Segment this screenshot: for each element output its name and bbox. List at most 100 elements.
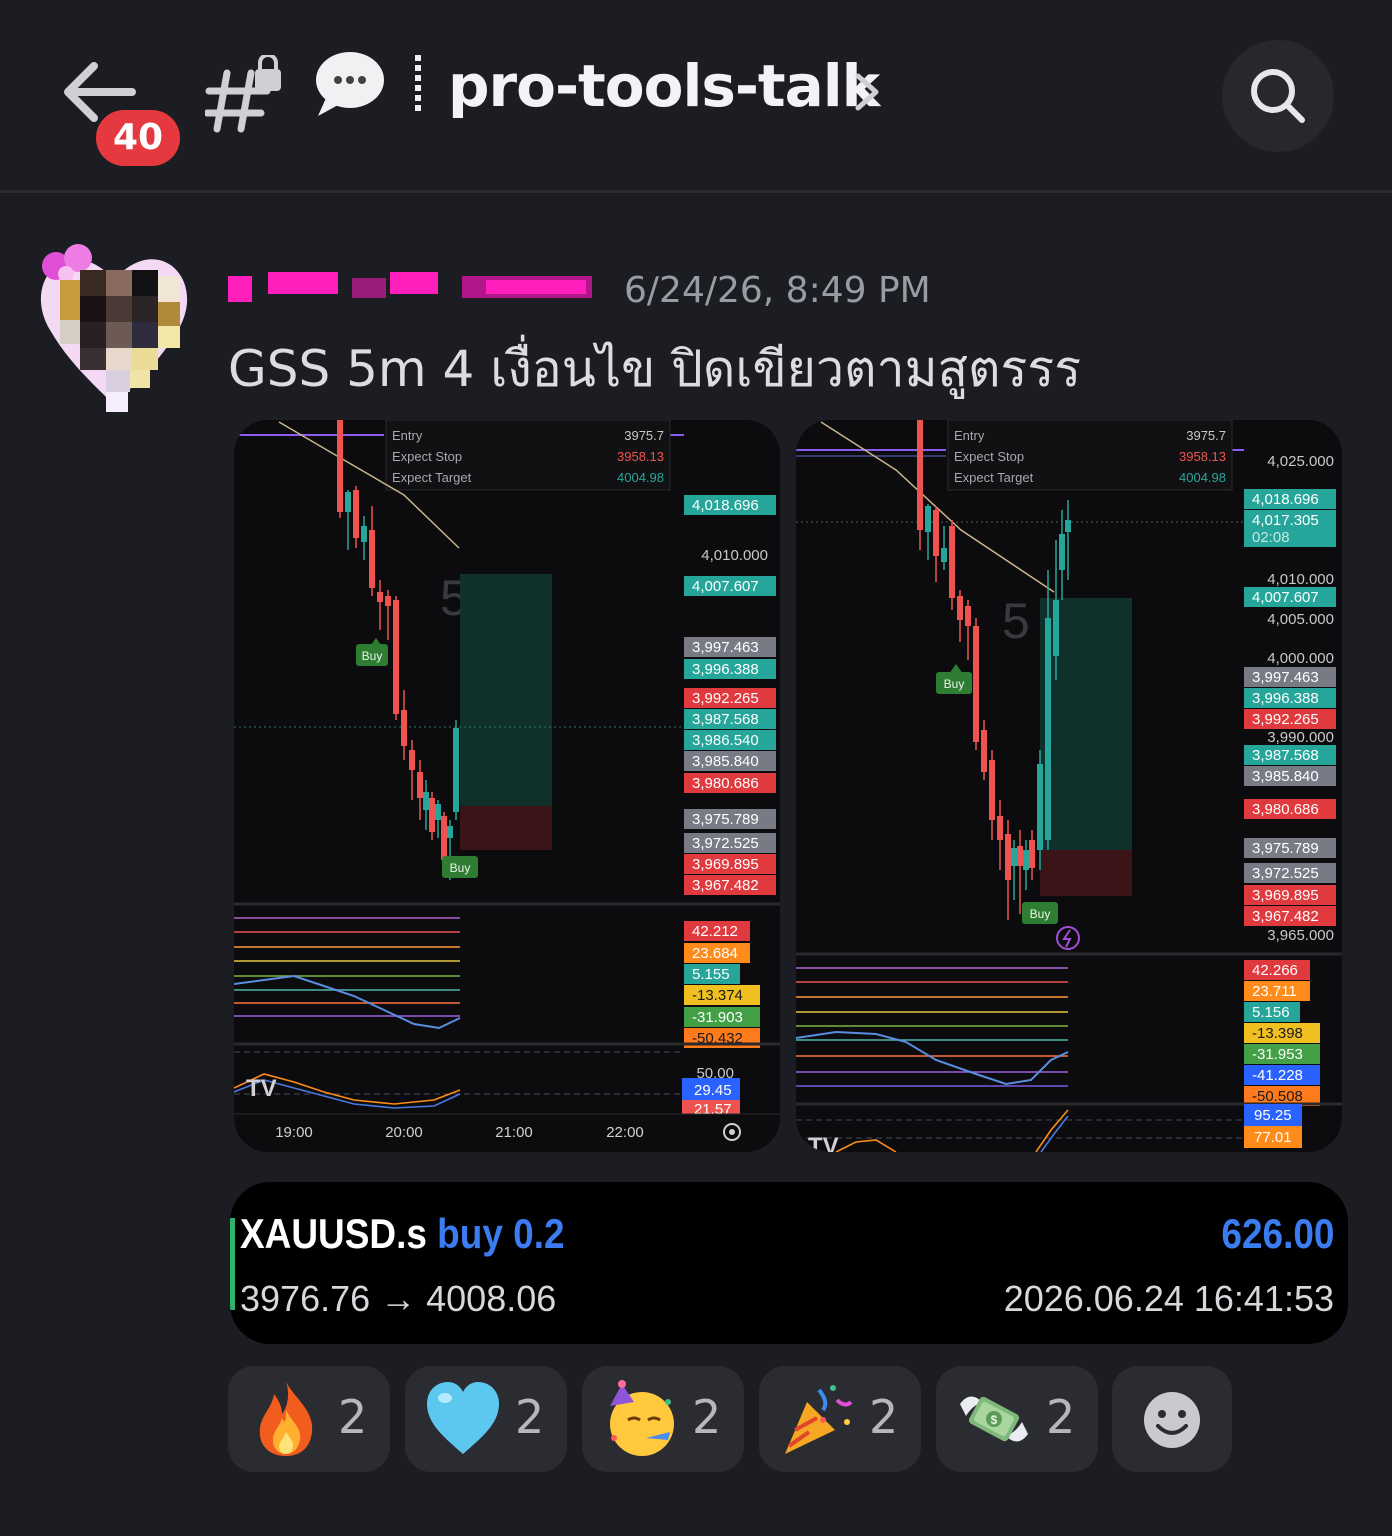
reaction-count: 2 xyxy=(869,1390,899,1444)
message-text: GSS 5m 4 เงื่อนไข ปิดเขียวตามสูตรรร xyxy=(228,340,1082,398)
candles xyxy=(917,420,1071,920)
info-value: 3958.13 xyxy=(1179,449,1226,464)
oscillator-tags: 42.266 23.711 5.156 -13.398 -31.953 -41.228 -5… xyxy=(1244,960,1320,1106)
reaction-party-popper[interactable]: 2 xyxy=(759,1366,921,1472)
price-tag: -50.508 xyxy=(1252,1088,1303,1105)
price-tag: 3,985.840 xyxy=(1252,768,1319,785)
reaction-count: 2 xyxy=(515,1390,545,1444)
info-label: Expect Target xyxy=(392,470,472,485)
candle-body xyxy=(345,492,351,512)
time-label: 22:00 xyxy=(606,1124,644,1141)
price-tag: 23.711 xyxy=(1252,983,1297,1000)
avatar[interactable] xyxy=(30,240,198,412)
unread-count-badge: 40 xyxy=(96,110,180,166)
candle-body xyxy=(409,750,415,770)
price-tag: 42.266 xyxy=(1252,962,1298,979)
candle-body xyxy=(1037,764,1043,850)
chart-image-left[interactable]: Entry 3975.7 Expect Stop 3958.13 Expect … xyxy=(234,420,780,1152)
price-tag: 3,975.789 xyxy=(1252,840,1319,857)
channel-title[interactable]: pro-tools-talk xyxy=(448,52,880,120)
price-tags: 4,018.696 4,017.30502:08 4,007.607 3,997.46… xyxy=(1244,489,1336,926)
message-timestamp: 6/24/26, 8:49 PM xyxy=(624,270,931,311)
price-tag: 3,975.789 xyxy=(692,811,759,828)
candle-body xyxy=(361,526,367,542)
time-label: 20:00 xyxy=(385,1124,423,1141)
candle-body xyxy=(933,510,939,556)
reaction-count: 2 xyxy=(338,1390,368,1444)
thread-bubble-icon xyxy=(316,52,384,116)
svg-text:$: $ xyxy=(991,1413,998,1427)
candle-body xyxy=(981,730,987,772)
price-tag: 3,987.568 xyxy=(692,711,759,728)
price-tag: 3,996.388 xyxy=(692,661,759,678)
price-tag: -31.953 xyxy=(1252,1046,1303,1063)
price-tag: 4,018.696 xyxy=(692,497,759,514)
price-tag: 5.155 xyxy=(692,966,730,983)
reaction-blue-heart[interactable]: 2 xyxy=(405,1366,567,1472)
svg-text:29.45: 29.45 xyxy=(694,1082,732,1099)
price-tag: 3,972.525 xyxy=(1252,865,1319,882)
candle-body xyxy=(393,600,399,714)
tradingview-logo: TV xyxy=(808,1133,839,1152)
candle-body xyxy=(353,490,359,538)
rsi-tag: 21.57 xyxy=(694,1101,732,1118)
candle-body xyxy=(377,592,383,602)
search-icon xyxy=(1251,69,1305,123)
price-tag: 3,967.482 xyxy=(1252,908,1319,925)
info-value: 3975.7 xyxy=(624,428,664,443)
tradingview-logo: TV xyxy=(246,1075,277,1102)
time-label: 19:00 xyxy=(275,1124,313,1141)
trade-prices: 3976.76 → 4008.06 xyxy=(240,1278,557,1319)
svg-text:95.25: 95.25 xyxy=(1254,1107,1292,1124)
candle-body xyxy=(1029,840,1035,868)
add-reaction-button[interactable] xyxy=(1112,1366,1232,1472)
candle-body xyxy=(941,548,947,562)
candle-body xyxy=(385,596,391,606)
price-tag: 3,980.686 xyxy=(692,775,759,792)
candle-body xyxy=(1059,534,1065,570)
price-tag: 4,018.696 xyxy=(1252,491,1319,508)
money-with-wings-icon: $ xyxy=(960,1396,1028,1442)
info-label: Entry xyxy=(392,428,423,443)
price-tag: 3,969.895 xyxy=(692,856,759,873)
price-tag: 23.684 xyxy=(692,945,738,962)
trade-side: buy 0.2 xyxy=(437,1210,565,1257)
reaction-count: 2 xyxy=(1046,1390,1076,1444)
candle-body xyxy=(401,710,407,746)
candle-body xyxy=(441,816,447,860)
price-tag: -13.398 xyxy=(1252,1025,1303,1042)
price-axis-label: 4,010.000 xyxy=(1267,571,1334,588)
reaction-fire[interactable]: 2 xyxy=(228,1366,390,1472)
info-label: Entry xyxy=(954,428,985,443)
candle-body xyxy=(417,772,423,798)
price-tag: -31.903 xyxy=(692,1009,743,1026)
candle-body xyxy=(1011,848,1017,866)
chevron-right-icon[interactable] xyxy=(852,70,882,114)
chart-image-right[interactable]: Entry 3975.7 Expect Stop 3958.13 Expect … xyxy=(796,420,1342,1152)
price-tag: 4,007.607 xyxy=(1252,589,1319,606)
svg-text:Buy: Buy xyxy=(944,677,965,691)
candle-body xyxy=(435,804,441,820)
info-value: 3975.7 xyxy=(1186,428,1226,443)
price-axis-label: 4,010.000 xyxy=(701,547,768,564)
fire-icon xyxy=(259,1382,313,1456)
candle-body xyxy=(369,530,375,588)
svg-text:Buy: Buy xyxy=(450,861,471,875)
reaction-count: 2 xyxy=(692,1390,722,1444)
locked-channel-icon xyxy=(205,55,281,133)
trade-summary-card[interactable]: XAUUSD.s buy 0.2 626.00 3976.76 → 4008.0… xyxy=(230,1182,1348,1344)
price-tag: 3,969.895 xyxy=(1252,887,1319,904)
username-redacted[interactable] xyxy=(228,268,598,304)
trade-time: 2026.06.24 16:41:53 xyxy=(1003,1278,1334,1319)
price-tag: 3,986.540 xyxy=(692,732,759,749)
info-value: 3958.13 xyxy=(617,449,664,464)
info-value: 4004.98 xyxy=(1179,470,1226,485)
price-tag: 3,972.525 xyxy=(692,835,759,852)
price-tag: 02:08 xyxy=(1252,529,1290,546)
trade-symbol: XAUUSD.s xyxy=(240,1210,427,1257)
dashed-divider xyxy=(415,55,421,113)
trade-profit: 626.00 xyxy=(1220,1210,1334,1257)
reaction-partying-face[interactable]: 2 xyxy=(582,1366,744,1472)
search-button[interactable] xyxy=(1222,40,1334,152)
reaction-money-with-wings[interactable]: $ 2 xyxy=(936,1366,1098,1472)
